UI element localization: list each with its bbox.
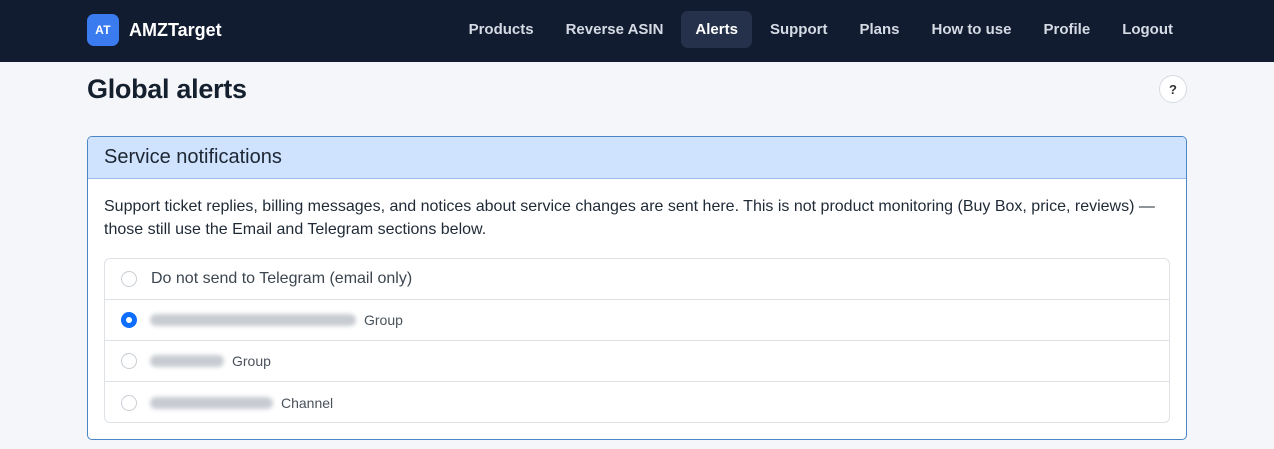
option-type: Channel [281, 394, 334, 411]
radio-telegram-group-1[interactable] [121, 312, 137, 328]
nav-item-products[interactable]: Products [455, 11, 548, 48]
option-type: Group [232, 353, 271, 369]
nav-item-alerts[interactable]: Alerts [681, 11, 752, 48]
brand[interactable]: AT AMZTarget [87, 14, 222, 46]
option-telegram-group-2[interactable]: Group [105, 341, 1169, 382]
redacted-chat-name [150, 396, 273, 409]
card-header: Service notifications [88, 137, 1186, 179]
nav-item-reverse-asin[interactable]: Reverse ASIN [552, 11, 678, 48]
help-button[interactable]: ? [1159, 75, 1187, 103]
card-description: Support ticket replies, billing messages… [104, 198, 1155, 238]
radio-telegram-channel[interactable] [121, 394, 137, 411]
main-nav: Products Reverse ASIN Alerts Support Pla… [451, 11, 1187, 48]
option-telegram-channel[interactable]: Channel [105, 382, 1169, 422]
help-icon: ? [1169, 81, 1177, 97]
telegram-destination-list: Do not send to Telegram (email only) Gro… [104, 258, 1170, 423]
top-navbar: AT AMZTarget Products Reverse ASIN Alert… [0, 0, 1274, 62]
nav-item-logout[interactable]: Logout [1108, 11, 1187, 48]
option-type: Group [364, 312, 403, 328]
brand-name: AMZTarget [129, 19, 222, 40]
option-email-only[interactable]: Do not send to Telegram (email only) [105, 259, 1169, 300]
option-telegram-group-1[interactable]: Group [105, 300, 1169, 341]
option-label: Do not send to Telegram (email only) [151, 270, 413, 287]
nav-item-support[interactable]: Support [756, 11, 842, 48]
brand-logo-icon: AT [87, 14, 119, 46]
nav-item-how-to-use[interactable]: How to use [917, 11, 1025, 48]
service-notifications-card: Service notifications Support ticket rep… [87, 136, 1187, 440]
radio-telegram-group-2[interactable] [121, 353, 137, 369]
nav-item-profile[interactable]: Profile [1030, 11, 1105, 48]
nav-item-plans[interactable]: Plans [845, 11, 913, 48]
radio-email-only[interactable] [121, 271, 137, 287]
redacted-chat-name [150, 314, 356, 326]
page-title: Global alerts [87, 74, 247, 104]
redacted-chat-name [150, 355, 224, 367]
